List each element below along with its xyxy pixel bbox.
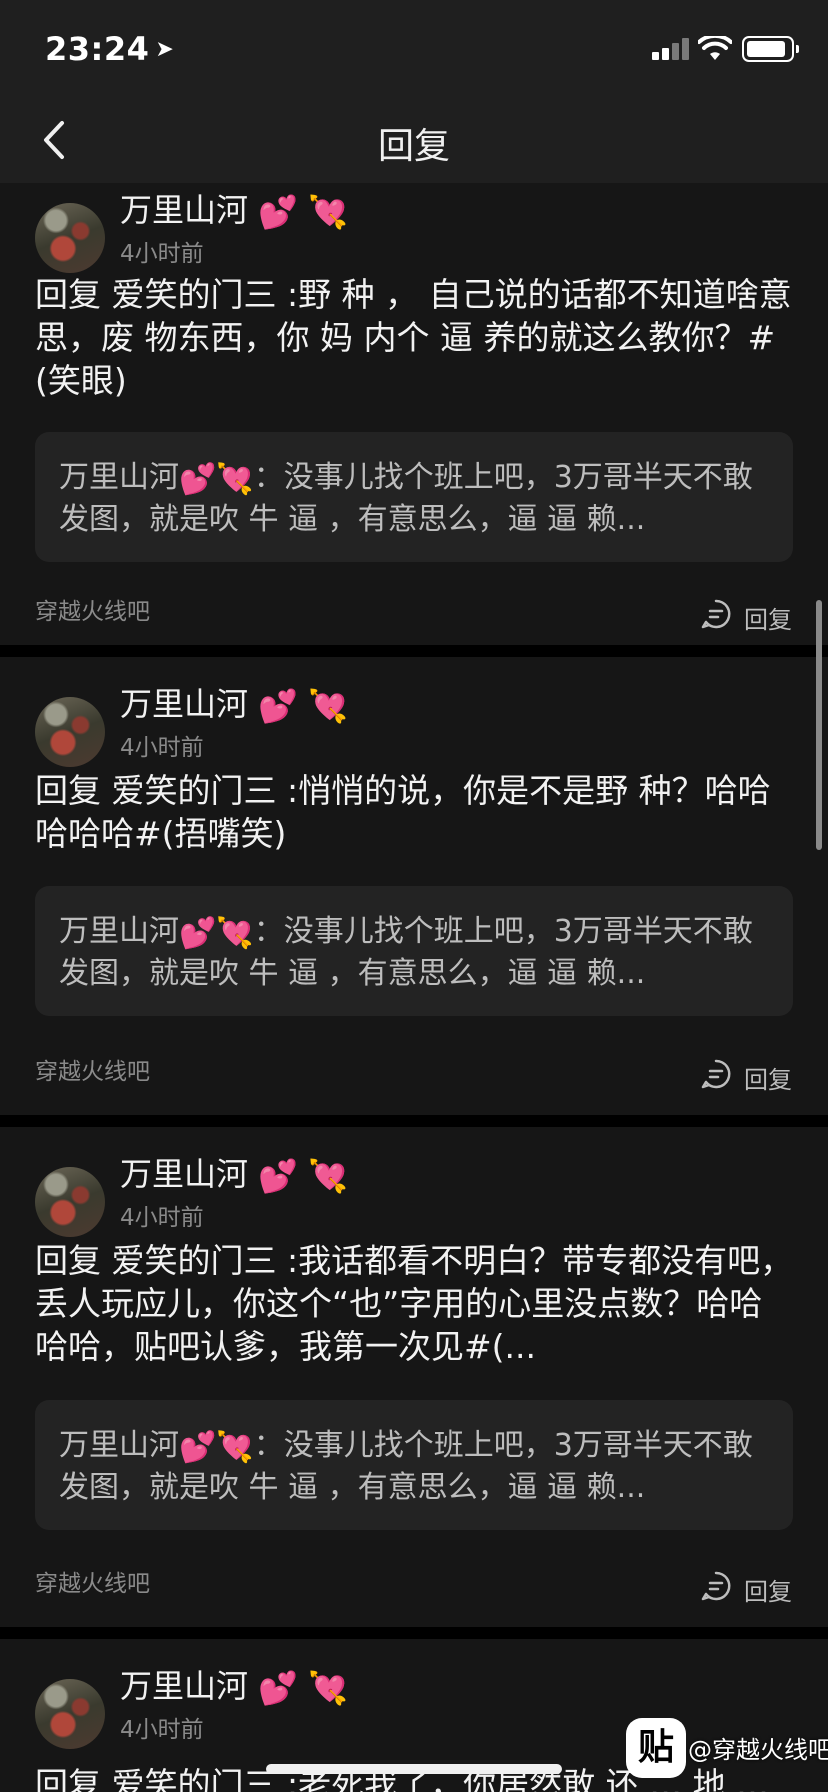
reply-button[interactable]: 回复: [700, 1570, 792, 1606]
username-text: 万里山河: [120, 191, 249, 229]
nav-bar: 回复: [0, 95, 828, 183]
forum-name[interactable]: 穿越火线吧: [35, 592, 150, 626]
comment-bubble-icon: [701, 599, 731, 629]
quoted-post-text: 万里山河💕💘：没事儿找个班上吧，3万哥半天不敢发图，就是吹 牛 逼 ，有意思么，…: [59, 912, 771, 994]
tieba-logo-icon: 贴: [626, 1718, 686, 1778]
forum-name[interactable]: 穿越火线吧: [35, 1052, 150, 1086]
status-bar: 23:24 ➤: [0, 0, 828, 95]
heart-with-arrow-icon: 💘: [216, 916, 254, 951]
username-text: 万里山河: [120, 1667, 249, 1705]
quoted-post-text: 万里山河💕💘：没事儿找个班上吧，3万哥半天不敢发图，就是吹 牛 逼 ，有意思么，…: [59, 458, 771, 540]
avatar[interactable]: [35, 1167, 105, 1237]
post-time: 4小时前: [120, 735, 204, 761]
username[interactable]: 万里山河 💕 💘: [120, 185, 348, 231]
quote-author: 万里山河: [59, 460, 179, 495]
quote-author: 万里山河: [59, 914, 179, 949]
location-arrow-icon: ➤: [155, 37, 175, 62]
scrollbar[interactable]: [816, 600, 822, 850]
reply-card[interactable]: 万里山河 💕 💘 4小时前 回复 爱笑的门三 :悄悄的说，你是不是野 种？哈哈哈…: [0, 657, 828, 1115]
forum-name[interactable]: 穿越火线吧: [35, 1564, 150, 1598]
heart-with-arrow-icon: 💘: [308, 193, 349, 231]
reply-label: 回复: [744, 606, 792, 634]
quoted-post[interactable]: 万里山河💕💘：没事儿找个班上吧，3万哥半天不敢发图，就是吹 牛 逼 ，有意思么，…: [35, 432, 793, 562]
reply-feed[interactable]: 万里山河 💕 💘 4小时前 回复 爱笑的门三 :野 种 ， 自己说的话都不知道啥…: [0, 183, 828, 1792]
two-hearts-icon: 💕: [179, 916, 217, 951]
two-hearts-icon: 💕: [179, 1430, 217, 1465]
two-hearts-icon: 💕: [258, 1157, 299, 1195]
username[interactable]: 万里山河 💕 💘: [120, 1661, 348, 1707]
status-time-text: 23:24: [45, 30, 150, 68]
heart-with-arrow-icon: 💘: [308, 1157, 349, 1195]
heart-with-arrow-icon: 💘: [216, 462, 254, 497]
username[interactable]: 万里山河 💕 💘: [120, 679, 348, 725]
comment-bubble-icon: [701, 1059, 731, 1089]
heart-with-arrow-icon: 💘: [216, 1430, 254, 1465]
reply-card[interactable]: 万里山河 💕 💘 4小时前 回复 爱笑的门三 :野 种 ， 自己说的话都不知道啥…: [0, 183, 828, 645]
reply-body[interactable]: 回复 爱笑的门三 :悄悄的说，你是不是野 种？哈哈哈哈哈#(捂嘴笑): [35, 769, 795, 855]
quote-author: 万里山河: [59, 1428, 179, 1463]
heart-with-arrow-icon: 💘: [308, 1669, 349, 1707]
heart-with-arrow-icon: 💘: [308, 687, 349, 725]
quoted-post-text: 万里山河💕💘：没事儿找个班上吧，3万哥半天不敢发图，就是吹 牛 逼 ，有意思么，…: [59, 1426, 771, 1508]
reply-body[interactable]: 回复 爱笑的门三 :我话都看不明白？带专都没有吧，丢人玩应儿，你这个“也”字用的…: [35, 1239, 795, 1368]
post-time: 4小时前: [120, 241, 204, 267]
status-time: 23:24 ➤: [45, 30, 174, 68]
battery-icon: [742, 36, 799, 62]
avatar[interactable]: [35, 203, 105, 273]
two-hearts-icon: 💕: [179, 462, 217, 497]
reply-label: 回复: [744, 1578, 792, 1606]
avatar[interactable]: [35, 697, 105, 767]
tieba-logo-glyph: 贴: [637, 1727, 674, 1768]
reply-card[interactable]: 万里山河 💕 💘 4小时前 回复 爱笑的门三 :我话都看不明白？带专都没有吧，丢…: [0, 1127, 828, 1627]
username-text: 万里山河: [120, 1155, 249, 1193]
two-hearts-icon: 💕: [258, 1669, 299, 1707]
comment-bubble-icon: [701, 1571, 731, 1601]
reply-button[interactable]: 回复: [700, 598, 792, 634]
post-time: 4小时前: [120, 1205, 204, 1231]
quoted-post[interactable]: 万里山河💕💘：没事儿找个班上吧，3万哥半天不敢发图，就是吹 牛 逼 ，有意思么，…: [35, 886, 793, 1016]
two-hearts-icon: 💕: [258, 193, 299, 231]
watermark-text: @穿越火线吧: [688, 1736, 828, 1764]
cellular-signal-icon: [652, 38, 690, 60]
username[interactable]: 万里山河 💕 💘: [120, 1149, 348, 1195]
two-hearts-icon: 💕: [258, 687, 299, 725]
username-text: 万里山河: [120, 685, 249, 723]
reply-body[interactable]: 回复 爱笑的门三 :野 种 ， 自己说的话都不知道啥意思，废 物东西，你 妈 内…: [35, 273, 795, 402]
avatar[interactable]: [35, 1679, 105, 1749]
post-time: 4小时前: [120, 1717, 204, 1743]
home-indicator[interactable]: [266, 1764, 562, 1774]
reply-label: 回复: [744, 1066, 792, 1094]
reply-button[interactable]: 回复: [700, 1058, 792, 1094]
wifi-icon: [698, 36, 732, 60]
page-title: 回复: [377, 126, 450, 167]
quoted-post[interactable]: 万里山河💕💘：没事儿找个班上吧，3万哥半天不敢发图，就是吹 牛 逼 ，有意思么，…: [35, 1400, 793, 1530]
